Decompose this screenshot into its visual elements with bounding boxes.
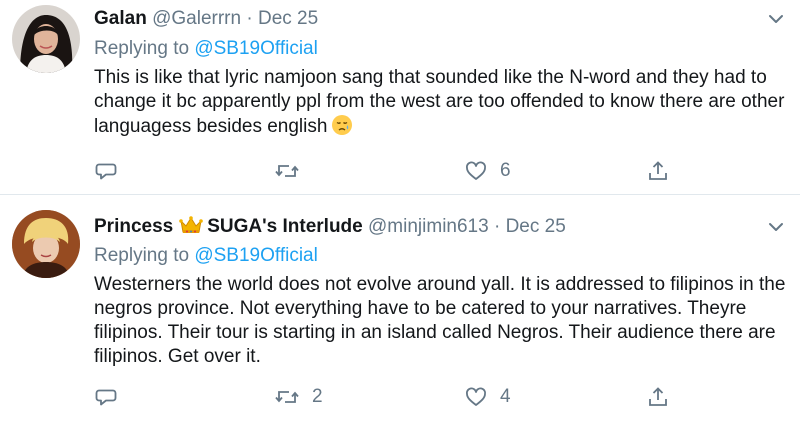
sad-tear-face-icon: [331, 114, 353, 143]
reply-icon: [94, 159, 118, 183]
retweet-icon: [274, 159, 300, 183]
replying-to: Replying to @SB19Official: [94, 244, 318, 268]
like-button[interactable]: 4: [464, 383, 511, 411]
display-name-first[interactable]: Princess: [94, 216, 173, 237]
display-name[interactable]: Galan: [94, 8, 147, 29]
tweet-actions: 6: [94, 157, 694, 185]
tweet-date[interactable]: Dec 25: [258, 8, 318, 29]
reply-button[interactable]: [94, 383, 130, 411]
share-button[interactable]: [646, 157, 670, 185]
chevron-down-icon[interactable]: [766, 9, 786, 29]
replying-to-label: Replying to: [94, 245, 190, 266]
tweet-header: Galan @Galerrrn · Dec 25: [94, 7, 318, 31]
crown-icon: [179, 215, 204, 242]
like-count: 4: [500, 386, 511, 407]
chevron-down-icon[interactable]: [766, 217, 786, 237]
tweet-date[interactable]: Dec 25: [506, 216, 566, 237]
mention-link[interactable]: @SB19Official: [194, 38, 318, 59]
separator-dot: ·: [493, 216, 501, 237]
retweet-button[interactable]: [274, 157, 312, 185]
replying-to: Replying to @SB19Official: [94, 37, 318, 61]
replying-to-label: Replying to: [94, 38, 190, 59]
tweet-header: Princess SUGA's Interlude @minjimin613 ·…: [94, 215, 566, 242]
separator-dot: ·: [246, 8, 253, 29]
retweet-icon: [274, 385, 300, 409]
user-handle[interactable]: @minjimin613: [368, 216, 489, 237]
heart-icon: [464, 385, 488, 409]
tweet-text: This is like that lyric namjoon sang tha…: [94, 66, 794, 143]
tweet-actions: 2 4: [94, 383, 694, 411]
share-icon: [646, 385, 670, 409]
tweet-body: This is like that lyric namjoon sang tha…: [94, 67, 785, 137]
reply-icon: [94, 385, 118, 409]
heart-icon: [464, 159, 488, 183]
tweet-body: Westerners the world does not evolve aro…: [94, 274, 786, 367]
tweet[interactable]: Princess SUGA's Interlude @minjimin613 ·…: [0, 195, 800, 422]
like-button[interactable]: 6: [464, 157, 511, 185]
like-count: 6: [500, 160, 511, 181]
reply-button[interactable]: [94, 157, 130, 185]
retweet-count: 2: [312, 386, 323, 407]
tweet[interactable]: Galan @Galerrrn · Dec 25 Replying to @SB…: [0, 0, 800, 194]
user-handle[interactable]: @Galerrrn: [152, 8, 241, 29]
share-button[interactable]: [646, 383, 670, 411]
mention-link[interactable]: @SB19Official: [194, 245, 318, 266]
avatar[interactable]: [12, 210, 80, 278]
avatar[interactable]: [12, 5, 80, 73]
retweet-button[interactable]: 2: [274, 383, 323, 411]
tweet-text: Westerners the world does not evolve aro…: [94, 273, 794, 369]
display-name-second[interactable]: SUGA's Interlude: [207, 216, 363, 237]
share-icon: [646, 159, 670, 183]
